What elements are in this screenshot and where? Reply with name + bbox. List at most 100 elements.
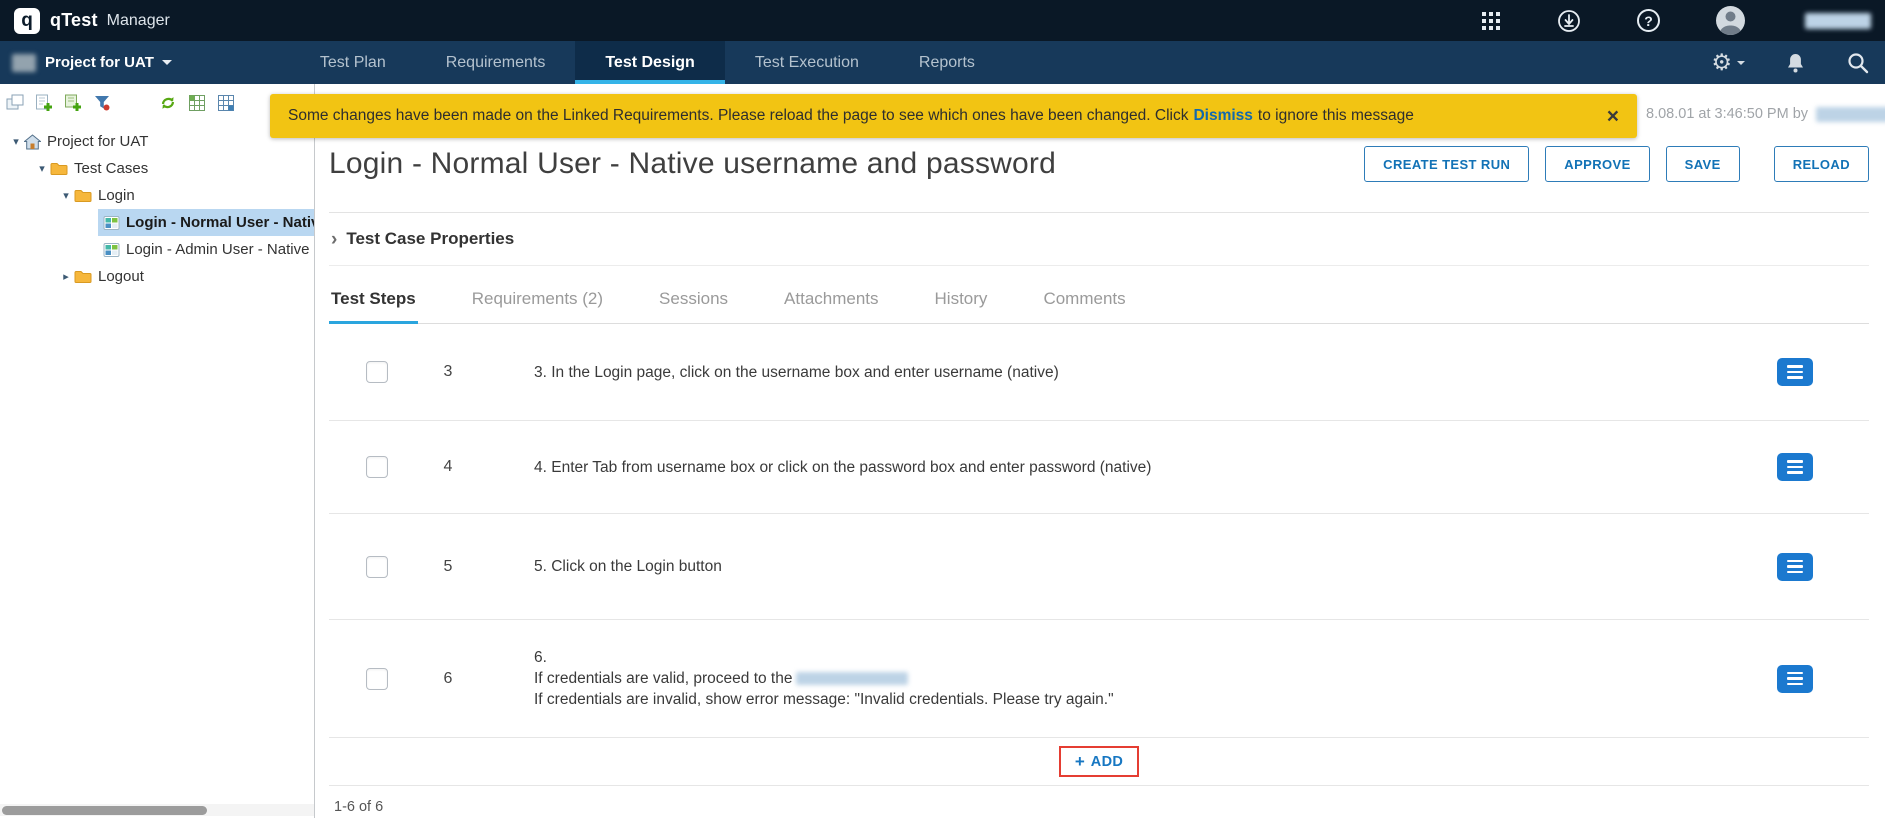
add-child-test-case-icon[interactable] xyxy=(64,94,82,112)
step-description: 5. Click on the Login button xyxy=(508,556,1777,577)
nav-reports[interactable]: Reports xyxy=(889,41,1005,84)
step-number: 4 xyxy=(388,458,508,476)
reload-button[interactable]: RELOAD xyxy=(1774,146,1869,182)
export-grid-icon[interactable] xyxy=(217,94,235,112)
navbar-right xyxy=(1711,41,1885,84)
import-excel-icon[interactable] xyxy=(188,94,206,112)
properties-label: Test Case Properties xyxy=(346,229,514,249)
step-line: If credentials are invalid, show error m… xyxy=(534,689,1777,710)
nav-requirements[interactable]: Requirements xyxy=(416,41,576,84)
plus-icon: + xyxy=(1075,753,1085,770)
home-icon xyxy=(24,134,41,150)
project-selector-label: Project for UAT xyxy=(45,54,154,71)
nav-test-plan[interactable]: Test Plan xyxy=(290,41,416,84)
add-test-case-icon[interactable] xyxy=(35,94,53,112)
refresh-icon[interactable] xyxy=(159,94,177,112)
hamburger-icon xyxy=(1787,460,1803,474)
data-query-icon[interactable] xyxy=(93,94,111,112)
step-number: 3 xyxy=(388,363,508,381)
redacted-username xyxy=(1805,13,1871,29)
chevron-right-icon xyxy=(331,230,337,249)
add-step-button[interactable]: + ADD xyxy=(1075,753,1123,770)
last-saved-meta: 8.08.01 at 3:46:50 PM by xyxy=(1646,106,1885,122)
nav-test-execution[interactable]: Test Execution xyxy=(725,41,889,84)
test-case-icon xyxy=(103,242,120,258)
folder-icon xyxy=(74,269,92,284)
hamburger-icon xyxy=(1787,672,1803,686)
tree-item-login-folder[interactable]: Login xyxy=(0,182,314,209)
sidebar-toolbar xyxy=(0,84,314,122)
product-name: Manager xyxy=(107,12,170,30)
test-step-row: 4 4. Enter Tab from username box or clic… xyxy=(329,421,1869,514)
tab-attachments[interactable]: Attachments xyxy=(782,274,881,324)
tree-item-login-normal-user[interactable]: Login - Normal User - Native xyxy=(0,209,314,236)
tab-requirements[interactable]: Requirements (2) xyxy=(470,274,605,324)
user-avatar[interactable] xyxy=(1716,6,1745,35)
tree-item-logout-folder[interactable]: Logout xyxy=(0,263,314,290)
banner-close-icon[interactable]: × xyxy=(1607,106,1619,127)
pagination-label: 1-6 of 6 xyxy=(329,799,1869,815)
step-checkbox[interactable] xyxy=(366,668,388,690)
tree-item-label: Project for UAT xyxy=(47,133,148,150)
qtest-logo xyxy=(14,8,40,34)
step-line: 6. xyxy=(534,647,1777,668)
sidebar: Project for UAT Test Cases Login Login -… xyxy=(0,84,315,818)
collapsed-arrow-icon[interactable] xyxy=(58,270,74,283)
step-number: 5 xyxy=(388,558,508,576)
main-content: Login - Normal User - Native username an… xyxy=(315,84,1885,818)
tree-item-label: Test Cases xyxy=(74,160,148,177)
divider xyxy=(329,265,1869,266)
settings-gear-icon[interactable] xyxy=(1711,49,1745,76)
step-number: 6 xyxy=(388,670,508,688)
row-menu-button[interactable] xyxy=(1777,665,1813,693)
expand-arrow-icon[interactable] xyxy=(8,135,24,148)
new-window-icon[interactable] xyxy=(6,94,24,112)
row-menu-button[interactable] xyxy=(1777,358,1813,386)
approve-button[interactable]: APPROVE xyxy=(1545,146,1649,182)
expand-arrow-icon[interactable] xyxy=(58,189,74,202)
hamburger-icon xyxy=(1787,560,1803,574)
tree-item-project[interactable]: Project for UAT xyxy=(0,128,314,155)
help-icon[interactable] xyxy=(1637,9,1660,32)
tree-item-label: Logout xyxy=(98,268,144,285)
tab-sessions[interactable]: Sessions xyxy=(657,274,730,324)
step-line: If credentials are valid, proceed to the xyxy=(534,668,1777,689)
caret-down-icon xyxy=(1737,61,1745,65)
test-step-row: 5 5. Click on the Login button xyxy=(329,514,1869,620)
add-highlight-box: + ADD xyxy=(1059,746,1139,777)
folder-icon xyxy=(74,188,92,203)
dismiss-link[interactable]: Dismiss xyxy=(1193,107,1252,125)
caret-down-icon xyxy=(162,60,172,65)
test-step-row: 6 6. If credentials are valid, proceed t… xyxy=(329,620,1869,738)
main-nav: Test Plan Requirements Test Design Test … xyxy=(290,41,1005,84)
folder-icon xyxy=(50,161,68,176)
create-test-run-button[interactable]: CREATE TEST RUN xyxy=(1364,146,1529,182)
add-button-label: ADD xyxy=(1091,754,1123,770)
test-case-properties-toggle[interactable]: Test Case Properties xyxy=(329,213,1869,265)
tree-item-login-admin-user[interactable]: Login - Admin User - Native us xyxy=(0,236,314,263)
row-menu-button[interactable] xyxy=(1777,553,1813,581)
apps-grid-icon[interactable] xyxy=(1481,11,1501,31)
navbar: Project for UAT Test Plan Requirements T… xyxy=(0,41,1885,84)
search-icon[interactable] xyxy=(1846,51,1869,74)
nav-test-design[interactable]: Test Design xyxy=(575,41,725,84)
step-checkbox[interactable] xyxy=(366,556,388,578)
tree-item-label: Login - Normal User - Native xyxy=(126,214,314,231)
tab-history[interactable]: History xyxy=(933,274,990,324)
tab-test-steps[interactable]: Test Steps xyxy=(329,274,418,324)
download-icon[interactable] xyxy=(1557,9,1581,33)
topbar-right xyxy=(1481,6,1871,35)
project-selector[interactable]: Project for UAT xyxy=(0,41,172,84)
notifications-bell-icon[interactable] xyxy=(1785,52,1806,74)
tree-item-label: Login - Admin User - Native us xyxy=(126,241,314,258)
step-checkbox[interactable] xyxy=(366,361,388,383)
hamburger-icon xyxy=(1787,365,1803,379)
row-menu-button[interactable] xyxy=(1777,453,1813,481)
tree-item-test-cases[interactable]: Test Cases xyxy=(0,155,314,182)
sidebar-scrollbar-thumb[interactable] xyxy=(2,806,207,815)
step-checkbox[interactable] xyxy=(366,456,388,478)
save-button[interactable]: SAVE xyxy=(1666,146,1740,182)
tab-comments[interactable]: Comments xyxy=(1041,274,1127,324)
test-step-row: 3 3. In the Login page, click on the use… xyxy=(329,324,1869,421)
expand-arrow-icon[interactable] xyxy=(34,162,50,175)
